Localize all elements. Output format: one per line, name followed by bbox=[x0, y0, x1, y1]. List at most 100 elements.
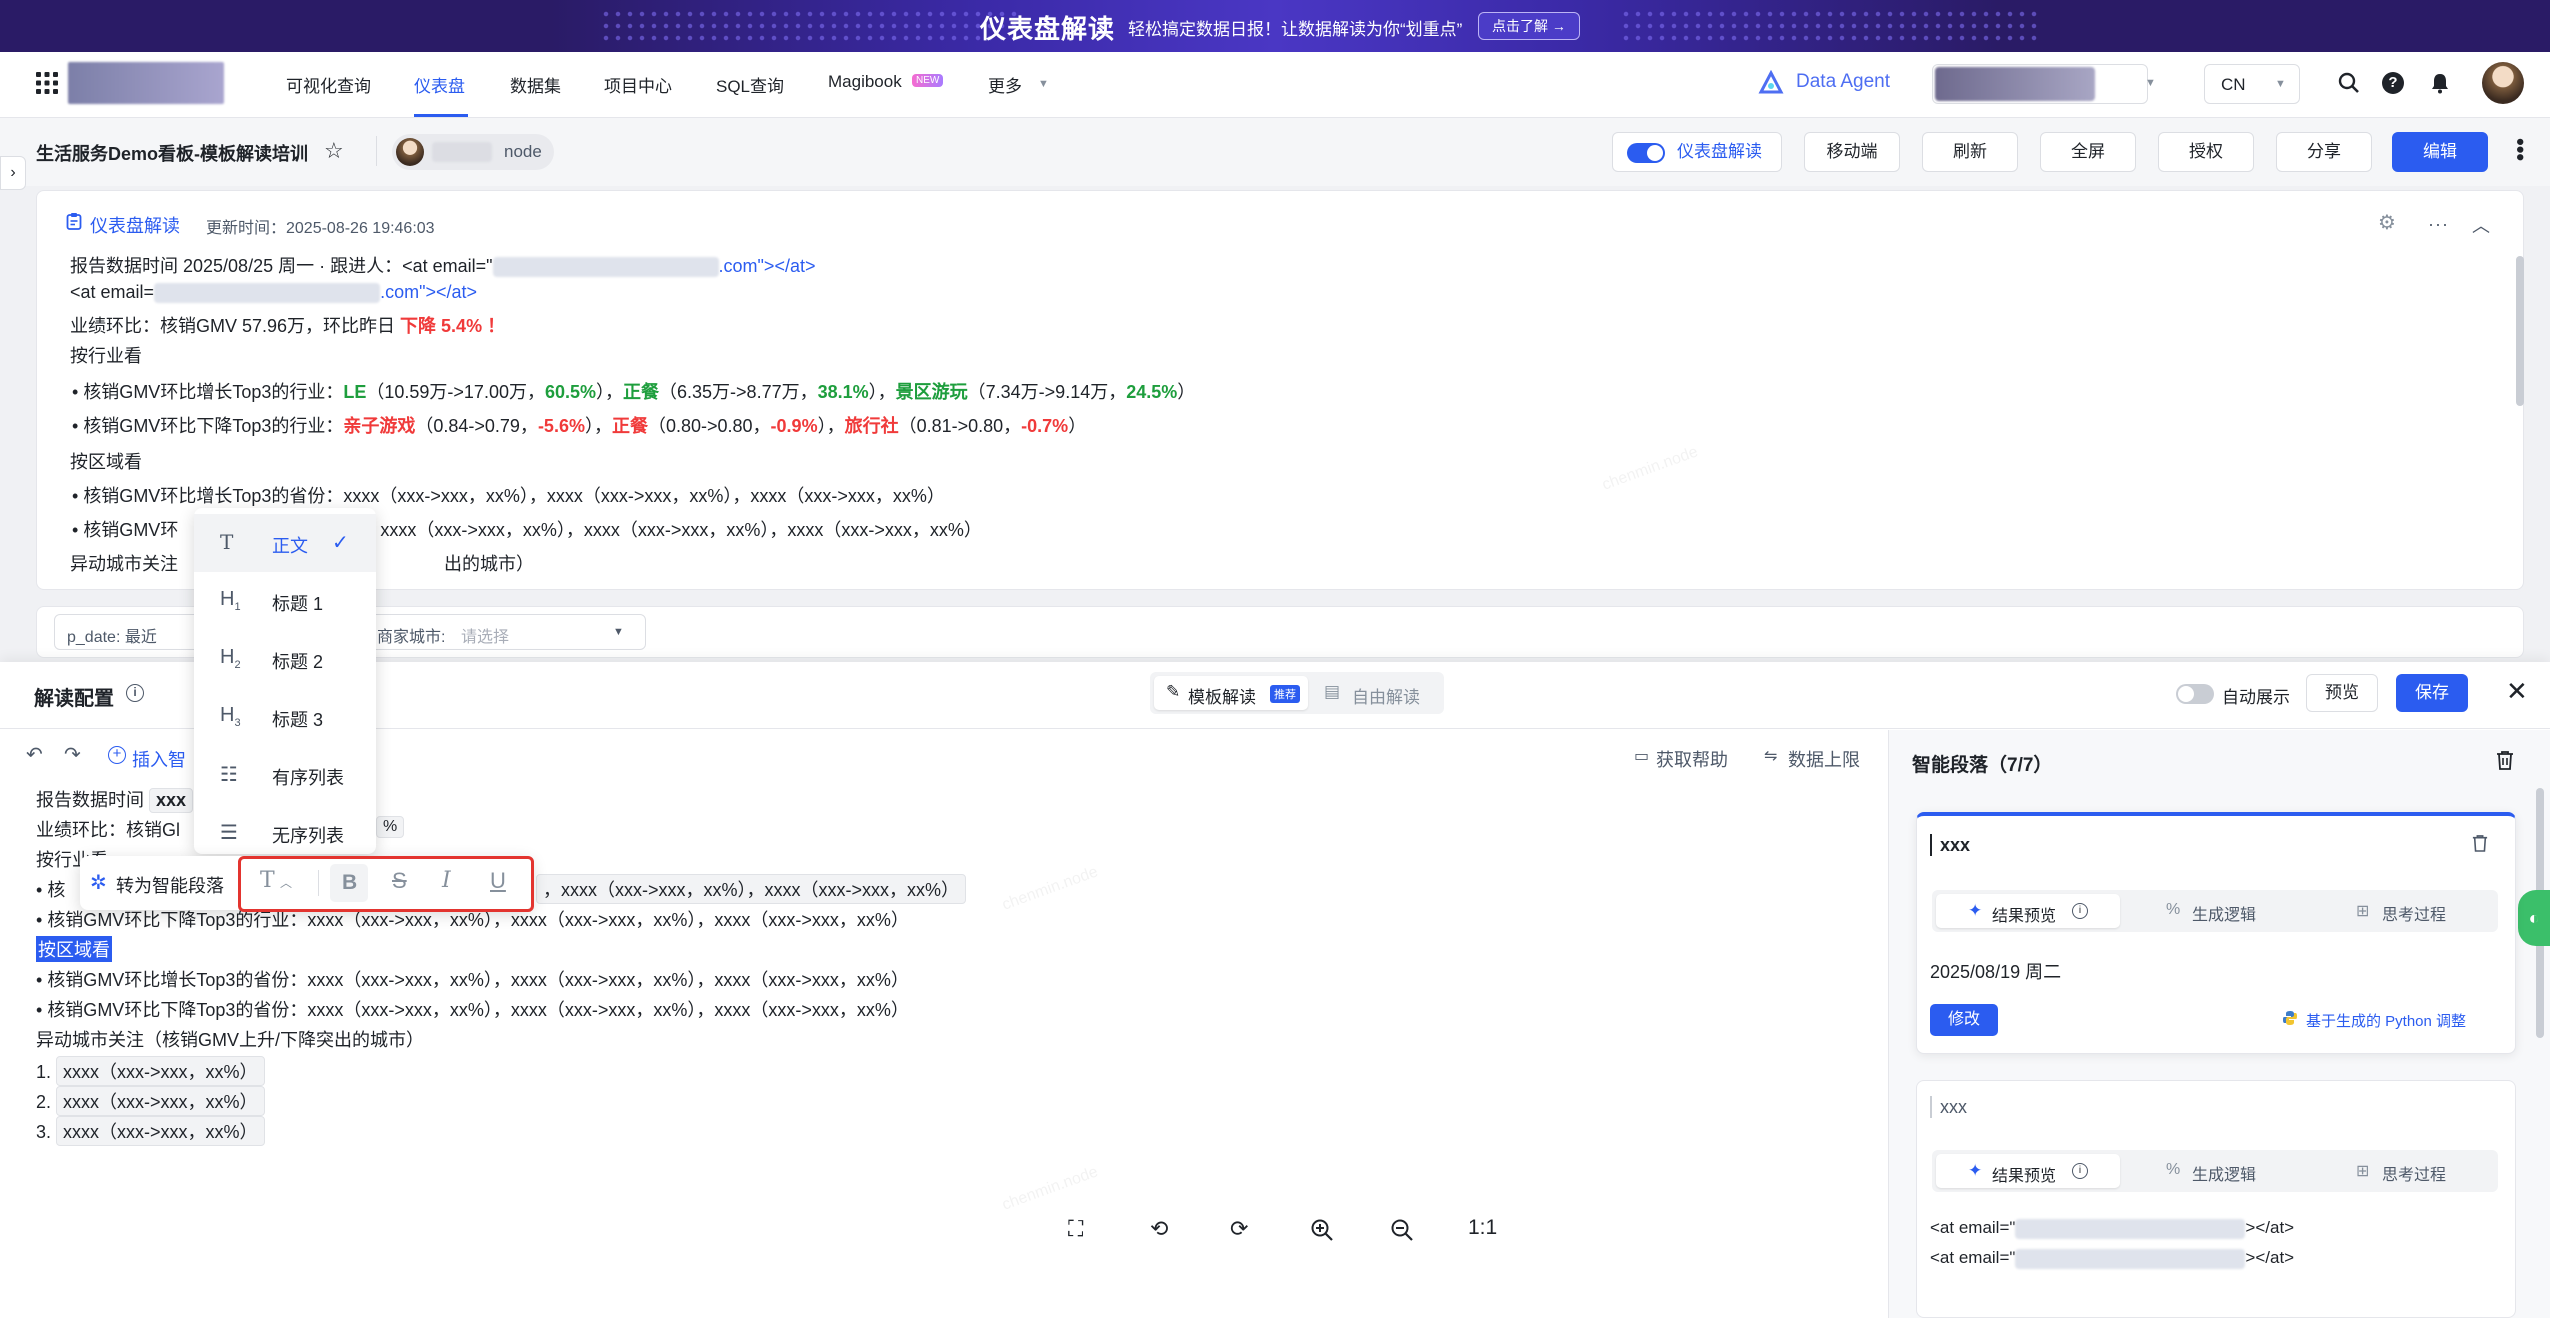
editor-line-industry-up-chips[interactable]: ，xxxx（xxx->xxx，xx%），xxxx（xxx->xxx，xx%） bbox=[536, 874, 967, 904]
fullscreen-button[interactable]: 全屏 bbox=[2040, 132, 2136, 172]
date-filter[interactable]: p_date: 最近 bbox=[54, 614, 204, 650]
info-icon[interactable]: i bbox=[126, 684, 144, 702]
nav-magibook[interactable]: Magibook bbox=[828, 72, 902, 92]
editor-line-performance[interactable]: 业绩环比：核销Gl bbox=[36, 816, 180, 842]
data-agent-link[interactable]: Data Agent bbox=[1796, 71, 1890, 93]
auto-show-toggle[interactable] bbox=[2176, 684, 2214, 704]
insert-smart-button[interactable]: 插入智 bbox=[132, 746, 186, 772]
authorize-button[interactable]: 授权 bbox=[2158, 132, 2254, 172]
language-select[interactable]: CN ▼ bbox=[2204, 64, 2300, 104]
format-option-ordered-list[interactable]: ☷ 有序列表 bbox=[194, 746, 376, 804]
tab-preview[interactable]: ✦ 结果预览 i bbox=[1936, 894, 2120, 928]
preview-button[interactable]: 预览 bbox=[2306, 674, 2378, 712]
card-scrollbar[interactable] bbox=[2516, 256, 2524, 406]
help-chat-icon[interactable]: ▭ bbox=[1634, 746, 1649, 766]
nav-dataset[interactable]: 数据集 bbox=[510, 72, 561, 97]
editor-ordered-item[interactable]: 2. xxxx（xxx->xxx，xx%） bbox=[36, 1086, 265, 1116]
redo-icon[interactable]: ↷ bbox=[64, 742, 81, 767]
variable-chip[interactable]: xxxx（xxx->xxx，xx%） bbox=[56, 1116, 265, 1146]
editor-line-report-time[interactable]: 报告数据时间 xxx bbox=[36, 786, 194, 813]
banner-learn-more-button[interactable]: 点击了解 → bbox=[1478, 12, 1580, 40]
variable-chip[interactable]: xxx bbox=[149, 788, 194, 813]
share-button[interactable]: 分享 bbox=[2276, 132, 2372, 172]
more-horizontal-icon[interactable]: ··· bbox=[2428, 214, 2449, 235]
editor-ordered-item[interactable]: 1. xxxx（xxx->xxx，xx%） bbox=[36, 1056, 265, 1086]
smart-paragraph-card[interactable] bbox=[1916, 1080, 2516, 1318]
variable-chip[interactable]: xxxx（xxx->xxx，xx%） bbox=[56, 1056, 265, 1086]
smart-paragraph-card-title[interactable]: xxx bbox=[1940, 1097, 1967, 1118]
format-option-heading-1[interactable]: H1 标题 1 bbox=[194, 572, 376, 630]
format-option-body[interactable]: T 正文 ✓ bbox=[194, 514, 376, 572]
info-icon[interactable]: i bbox=[2072, 1163, 2088, 1179]
format-option-bullet-list[interactable]: ☰ 无序列表 bbox=[194, 804, 376, 862]
format-option-heading-3[interactable]: H3 标题 3 bbox=[194, 688, 376, 746]
trash-icon[interactable] bbox=[2472, 834, 2488, 852]
sidebar-expand-icon[interactable]: › bbox=[0, 156, 26, 190]
tab-logic[interactable]: 生成逻辑 bbox=[2192, 1161, 2256, 1185]
segment-free[interactable]: ▤ 自由解读 bbox=[1316, 676, 1440, 710]
rotate-left-icon[interactable]: ⟲ bbox=[1150, 1216, 1168, 1242]
sliders-icon[interactable]: ⇋ bbox=[1764, 746, 1777, 766]
python-adjust-link[interactable]: 基于生成的 Python 调整 bbox=[2306, 1010, 2466, 1031]
collapse-icon[interactable]: ︿ bbox=[2472, 212, 2490, 238]
help-icon[interactable]: ? bbox=[2382, 72, 2404, 94]
settings-icon[interactable]: ⚙ bbox=[2378, 210, 2396, 235]
promo-banner[interactable]: 仪表盘解读 轻松搞定数据日报！让数据解读为你“划重点” 点击了解 → bbox=[0, 0, 2550, 52]
owner-tag[interactable]: node bbox=[392, 134, 554, 170]
variable-chip[interactable]: xxxx（xxx->xxx，xx%） bbox=[56, 1086, 265, 1116]
editor-line-region-up[interactable]: • 核销GMV环比增长Top3的省份：xxxx（xxx->xxx，xx%），xx… bbox=[36, 966, 909, 992]
fit-screen-icon[interactable]: ⛶ bbox=[1068, 1216, 1083, 1242]
variable-chip[interactable]: ，xxxx（xxx->xxx，xx%），xxxx（xxx->xxx，xx%） bbox=[536, 874, 967, 904]
modify-button[interactable]: 修改 bbox=[1930, 1004, 1998, 1036]
zoom-reset-button[interactable]: 1:1 bbox=[1468, 1216, 1497, 1240]
editor-ordered-item[interactable]: 3. xxxx（xxx->xxx，xx%） bbox=[36, 1116, 265, 1146]
search-icon[interactable] bbox=[2338, 72, 2360, 94]
data-agent-icon bbox=[1758, 70, 1784, 96]
tab-thinking[interactable]: 思考过程 bbox=[2382, 1161, 2446, 1185]
nav-dashboard[interactable]: 仪表盘 bbox=[414, 72, 465, 97]
smart-paragraph-card-title[interactable]: xxx bbox=[1940, 835, 1970, 856]
assistant-float-icon[interactable]: ◐ bbox=[2518, 890, 2550, 946]
convert-smart-paragraph-button[interactable]: 转为智能段落 bbox=[116, 872, 224, 898]
close-icon[interactable]: ✕ bbox=[2506, 676, 2528, 707]
industry-down-end: ）， bbox=[584, 416, 612, 436]
star-icon[interactable]: ☆ bbox=[324, 138, 344, 164]
rotate-right-icon[interactable]: ⟳ bbox=[1230, 1216, 1248, 1242]
industry-up-range: （10.59万->17.00万， bbox=[366, 382, 545, 402]
tab-thinking[interactable]: 思考过程 bbox=[2382, 901, 2446, 925]
data-limit-link[interactable]: 数据上限 bbox=[1788, 746, 1860, 772]
toggle-switch[interactable] bbox=[1627, 143, 1665, 163]
editor-line-region-down[interactable]: • 核销GMV环比下降Top3的省份：xxxx（xxx->xxx，xx%），xx… bbox=[36, 996, 909, 1022]
mobile-button[interactable]: 移动端 bbox=[1804, 132, 1900, 172]
info-icon[interactable]: i bbox=[2072, 903, 2088, 919]
owner-avatar bbox=[396, 138, 424, 166]
zoom-in-icon[interactable] bbox=[1310, 1218, 1334, 1242]
more-vertical-icon[interactable]: ••• bbox=[2508, 138, 2533, 161]
tab-preview-label: 结果预览 bbox=[1992, 908, 2057, 925]
format-option-heading-2[interactable]: H2 标题 2 bbox=[194, 630, 376, 688]
editor-line-abnormal-city[interactable]: 异动城市关注（核销GMV上升/下降突出的城市） bbox=[36, 1026, 424, 1052]
tab-preview[interactable]: ✦ 结果预览 i bbox=[1936, 1154, 2120, 1188]
zoom-out-icon[interactable] bbox=[1390, 1218, 1414, 1242]
bell-icon[interactable] bbox=[2430, 72, 2450, 94]
user-avatar[interactable] bbox=[2482, 62, 2524, 104]
help-link[interactable]: 获取帮助 bbox=[1656, 746, 1728, 772]
undo-icon[interactable]: ↶ bbox=[26, 742, 43, 767]
workspace-select[interactable]: ▼ bbox=[1932, 64, 2156, 104]
app-grid-icon[interactable] bbox=[36, 72, 58, 94]
segment-template[interactable]: ✎ 模板解读 推荐 bbox=[1154, 676, 1308, 710]
refresh-button[interactable]: 刷新 bbox=[1922, 132, 2018, 172]
nav-visual-query[interactable]: 可视化查询 bbox=[286, 72, 371, 97]
nav-project-center[interactable]: 项目中心 bbox=[604, 72, 672, 97]
nav-sql-query[interactable]: SQL查询 bbox=[716, 72, 784, 97]
city-filter[interactable]: 商家城市: 请选择 ▼ bbox=[364, 614, 646, 650]
editor-line-industry-up[interactable]: • 核 bbox=[36, 876, 65, 902]
interpretation-toggle[interactable]: 仪表盘解读 bbox=[1612, 132, 1782, 172]
nav-more[interactable]: 更多 bbox=[988, 72, 1022, 97]
editor-line-region-heading-selected[interactable]: 按区域看 bbox=[36, 936, 112, 962]
insert-plus-icon[interactable]: + bbox=[108, 746, 126, 764]
tab-logic[interactable]: 生成逻辑 bbox=[2192, 901, 2256, 925]
save-button[interactable]: 保存 bbox=[2396, 674, 2468, 712]
trash-icon[interactable] bbox=[2496, 750, 2514, 770]
edit-button[interactable]: 编辑 bbox=[2392, 132, 2488, 172]
